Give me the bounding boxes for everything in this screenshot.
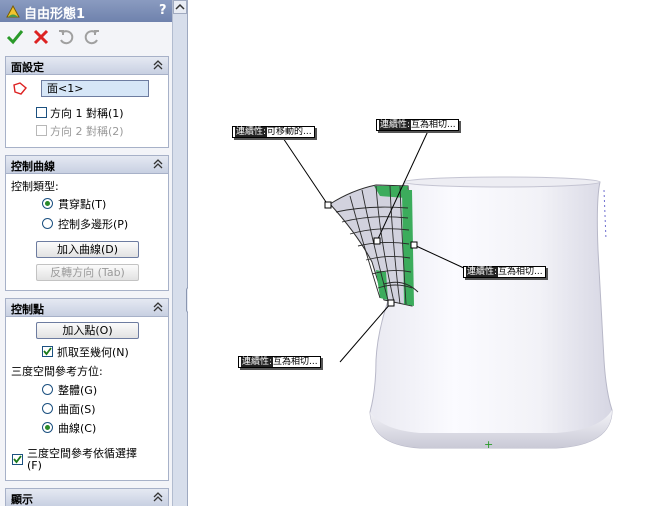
callout-key: 連續性: xyxy=(241,357,274,367)
chevron-up-icon[interactable] xyxy=(153,492,163,502)
global-label: 整體(G) xyxy=(58,384,98,397)
triad-follows-selection-key: (F) xyxy=(27,459,42,472)
section-title: 控制曲線 xyxy=(11,160,55,173)
ok-icon[interactable] xyxy=(6,28,24,46)
dir2-symmetry-checkbox[interactable] xyxy=(36,125,47,136)
scroll-up-arrow-icon[interactable] xyxy=(173,0,187,14)
title-bar: 自由形態1 ? xyxy=(0,0,172,22)
freeform-surface-patch[interactable] xyxy=(329,184,413,307)
surface-radio[interactable] xyxy=(42,403,53,414)
add-curve-button[interactable]: 加入曲線(D) xyxy=(36,241,139,258)
help-button[interactable]: ? xyxy=(159,3,167,18)
callout-key: 連續性: xyxy=(235,127,268,137)
display-section: 顯示 xyxy=(5,488,169,506)
control-points-header[interactable]: 控制點 xyxy=(6,299,168,317)
callout-value: 互為相切... xyxy=(273,357,318,367)
display-header[interactable]: 顯示 xyxy=(6,489,168,506)
action-bar xyxy=(0,22,172,54)
control-curves-section: 控制曲線 控制類型: 貫穿點(T) 控制多邊形(P) 加入曲線(D) 反轉方向 … xyxy=(5,155,169,291)
section-title: 顯示 xyxy=(11,493,33,506)
through-points-label: 貫穿點(T) xyxy=(58,198,107,211)
control-type-label: 控制類型: xyxy=(11,180,59,193)
dir1-symmetry-label: 方向 1 對稱(1) xyxy=(50,107,124,120)
snap-to-geometry-checkbox[interactable] xyxy=(42,346,53,357)
add-point-button[interactable]: 加入點(O) xyxy=(36,322,139,339)
chevron-up-icon[interactable] xyxy=(153,302,163,312)
callout-value: 互為相切... xyxy=(411,120,456,130)
control-curves-header[interactable]: 控制曲線 xyxy=(6,156,168,174)
undo-icon[interactable] xyxy=(57,28,75,46)
callout-key: 連續性: xyxy=(379,120,412,130)
panel-splitter[interactable] xyxy=(172,0,188,506)
face-settings-header[interactable]: 面設定 xyxy=(6,57,168,75)
callout-value: 可移動的... xyxy=(267,127,312,137)
edge-marker xyxy=(603,189,607,241)
curve-label: 曲線(C) xyxy=(58,422,97,435)
model-view[interactable]: + xyxy=(188,0,649,506)
freeform-feature-icon xyxy=(6,4,20,18)
cup-rim xyxy=(403,176,601,188)
continuity-callout-3[interactable]: 連續性:互為相切... xyxy=(463,266,546,278)
section-title: 控制點 xyxy=(11,303,44,316)
cancel-icon[interactable] xyxy=(32,28,50,46)
feature-title: 自由形態1 xyxy=(24,7,86,22)
origin-marker-icon: + xyxy=(484,438,493,451)
control-points-section: 控制點 加入點(O) 抓取至幾何(N) 三度空間參考方位: 整體(G) 曲面(S… xyxy=(5,298,169,481)
snap-to-geometry-label: 抓取至幾何(N) xyxy=(57,346,129,359)
surface-label: 曲面(S) xyxy=(58,403,96,416)
continuity-callout-2[interactable]: 連續性:互為相切... xyxy=(376,119,459,131)
redo-icon[interactable] xyxy=(83,28,101,46)
continuity-callout-4[interactable]: 連續性:互為相切... xyxy=(238,356,321,368)
curve-radio[interactable] xyxy=(42,422,53,433)
flip-direction-button[interactable]: 反轉方向 (Tab) xyxy=(36,264,139,281)
check-icon xyxy=(43,347,52,356)
section-title: 面設定 xyxy=(11,61,44,74)
dir2-symmetry-label: 方向 2 對稱(2) xyxy=(50,125,124,138)
face-selection-icon xyxy=(13,82,27,95)
dir1-symmetry-checkbox[interactable] xyxy=(36,107,47,118)
chevron-up-icon[interactable] xyxy=(153,159,163,169)
property-manager: 自由形態1 ? 面設定 面<1> 方向 1 對稱(1) 方向 2 對稱(2) 控… xyxy=(0,0,172,506)
graphics-area[interactable]: + 連續性:可移動的... 連續性:互為相切... 連續性:互為相切... 連續… xyxy=(188,0,649,506)
control-polygon-label: 控制多邊形(P) xyxy=(58,218,129,231)
continuity-callout-1[interactable]: 連續性:可移動的... xyxy=(232,126,315,138)
triad-follows-selection-label: 三度空間參考依循選擇 xyxy=(27,447,137,460)
check-icon xyxy=(13,455,22,464)
chevron-up-icon[interactable] xyxy=(153,60,163,70)
callout-key: 連續性: xyxy=(466,267,499,277)
face-settings-section: 面設定 面<1> 方向 1 對稱(1) 方向 2 對稱(2) xyxy=(5,56,169,148)
triad-orientation-label: 三度空間參考方位: xyxy=(11,365,103,378)
face-selection-box[interactable]: 面<1> xyxy=(41,80,149,97)
control-polygon-radio[interactable] xyxy=(42,218,53,229)
global-radio[interactable] xyxy=(42,384,53,395)
triad-follows-selection-checkbox[interactable] xyxy=(12,454,23,465)
callout-value: 互為相切... xyxy=(498,267,543,277)
through-points-radio[interactable] xyxy=(42,198,53,209)
